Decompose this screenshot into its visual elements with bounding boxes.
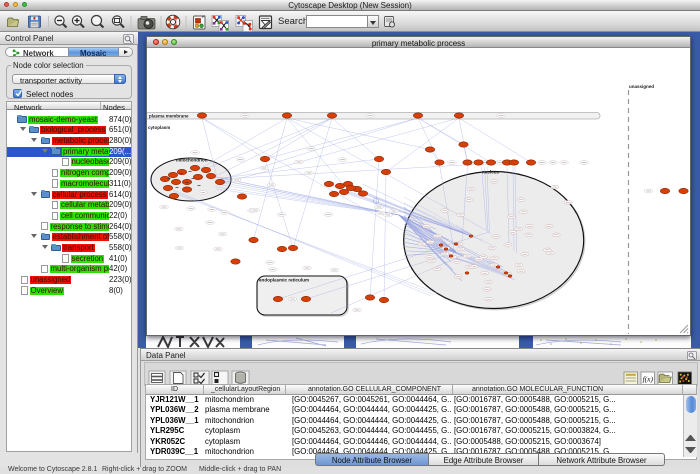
svg-text:mitochondrion: mitochondrion	[176, 158, 208, 163]
svg-text:f(x): f(x)	[643, 375, 654, 384]
svg-text:nucleus: nucleus	[482, 170, 500, 175]
svg-text:endoplasmic reticulum: endoplasmic reticulum	[259, 278, 309, 283]
svg-text:plasma membrane: plasma membrane	[149, 114, 189, 119]
svg-text:cytoplasm: cytoplasm	[148, 125, 170, 130]
svg-text:unassigned: unassigned	[629, 84, 654, 89]
